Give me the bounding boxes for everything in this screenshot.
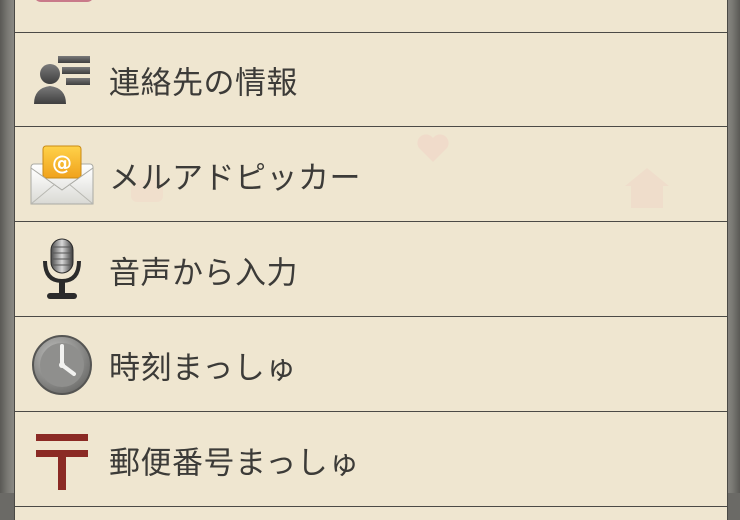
menu-item-contact-info[interactable]: 連絡先の情報 <box>15 33 727 127</box>
app-frame: 連絡先の情報 @ メルアドピッカー 音声から入力 時刻まっしゅ 郵便番号まっしゅ <box>0 0 740 520</box>
menu-item-voice-input[interactable]: 音声から入力 <box>15 223 727 317</box>
menu-item-top-partial[interactable] <box>15 0 727 33</box>
postal-mark-icon <box>29 427 95 493</box>
menu-item-label: 時刻まっしゅ <box>109 350 297 386</box>
menu-item-label: 連絡先の情報 <box>109 65 298 101</box>
clock-icon <box>29 332 95 398</box>
menu-item-time-mash[interactable]: 時刻まっしゅ <box>15 318 727 412</box>
svg-text:@: @ <box>52 151 72 175</box>
card-icon <box>29 0 95 19</box>
menu-item-label: 郵便番号まっしゅ <box>109 445 360 481</box>
email-envelope-icon: @ <box>29 142 95 208</box>
menu-panel: 連絡先の情報 @ メルアドピッカー 音声から入力 時刻まっしゅ 郵便番号まっしゅ <box>14 0 728 520</box>
menu-item-email-picker[interactable]: @ メルアドピッカー <box>15 128 727 222</box>
contact-info-icon <box>29 47 95 113</box>
microphone-icon <box>29 237 95 303</box>
menu-item-label: 音声から入力 <box>109 255 298 291</box>
menu-item-label: メルアドピッカー <box>109 160 361 196</box>
